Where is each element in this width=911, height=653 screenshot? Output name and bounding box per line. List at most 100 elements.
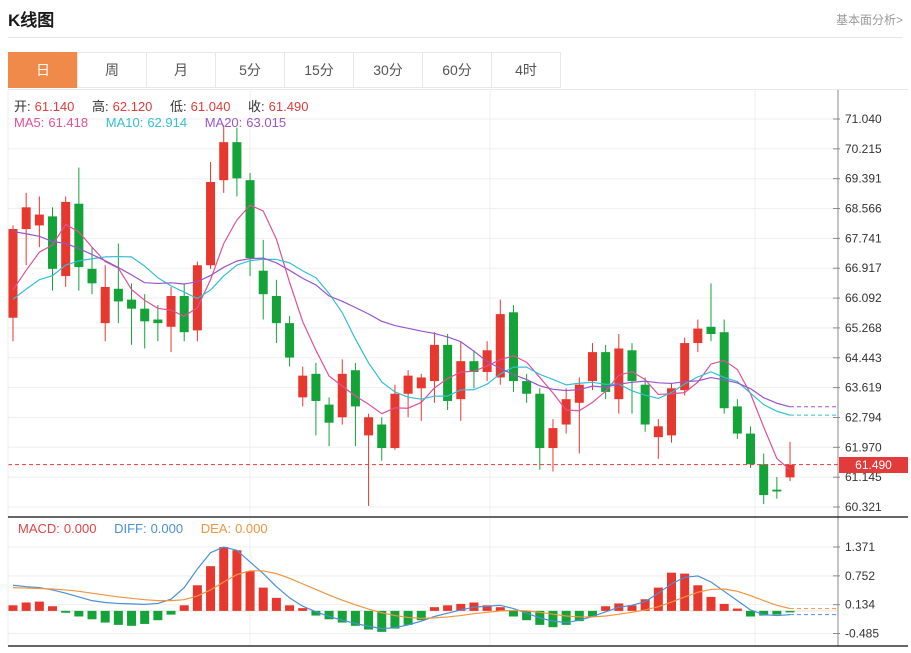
- candle-body: [390, 393, 400, 449]
- tab-日[interactable]: 日: [8, 52, 78, 88]
- ma20-value: 63.015: [246, 115, 287, 130]
- candle[interactable]: [403, 370, 413, 418]
- candle[interactable]: [153, 305, 163, 342]
- candle[interactable]: [324, 397, 334, 447]
- candle-body: [535, 393, 545, 449]
- candle[interactable]: [21, 192, 31, 266]
- candle[interactable]: [206, 162, 216, 269]
- macd-bar: [258, 587, 268, 611]
- macd-bar: [34, 601, 44, 611]
- fundamental-analysis-link[interactable]: 基本面分析>: [836, 11, 903, 28]
- candle[interactable]: [390, 384, 400, 450]
- candle[interactable]: [535, 388, 545, 470]
- candle-body: [443, 344, 453, 401]
- ma5-label: MA5:: [14, 115, 45, 130]
- high-label: 高:: [92, 99, 109, 114]
- candle[interactable]: [271, 279, 281, 344]
- candle-body: [574, 384, 584, 403]
- candle[interactable]: [746, 426, 756, 468]
- candle[interactable]: [416, 373, 426, 421]
- ma20-label: MA20:: [204, 115, 243, 130]
- dea-value: 0.000: [235, 521, 268, 536]
- macd-bar: [127, 610, 137, 626]
- macd-bar: [706, 596, 716, 611]
- candle-body: [127, 299, 137, 309]
- candle-body: [8, 229, 18, 318]
- macd-bar: [219, 547, 229, 611]
- candle[interactable]: [772, 476, 782, 499]
- diff-label: DIFF:: [114, 521, 147, 536]
- y-axis-label: 65.268: [845, 321, 882, 335]
- low-label: 低:: [170, 99, 187, 114]
- y-axis-label: 64.443: [845, 351, 882, 365]
- candle[interactable]: [456, 341, 466, 421]
- candle[interactable]: [34, 196, 44, 248]
- candle-body: [192, 265, 202, 331]
- candle-body: [416, 377, 426, 389]
- candle-body: [311, 373, 321, 401]
- tab-60分[interactable]: 60分: [422, 52, 492, 88]
- macd-axis-label: 0.752: [845, 569, 875, 583]
- tab-月[interactable]: 月: [146, 52, 216, 88]
- candle[interactable]: [443, 334, 453, 411]
- candle[interactable]: [74, 167, 84, 291]
- candle[interactable]: [350, 362, 360, 447]
- candle-body: [285, 323, 295, 358]
- candle[interactable]: [166, 286, 176, 353]
- candle[interactable]: [469, 350, 479, 389]
- candle[interactable]: [719, 319, 729, 414]
- candle-body: [429, 344, 439, 382]
- macd-bar: [772, 610, 782, 615]
- candle[interactable]: [706, 283, 716, 342]
- y-axis-label: 61.970: [845, 440, 882, 454]
- candle[interactable]: [364, 413, 374, 506]
- candle[interactable]: [113, 243, 123, 324]
- ma10-value: 62.914: [147, 115, 188, 130]
- candle[interactable]: [732, 399, 742, 439]
- ma20-line: [12, 230, 791, 408]
- macd-bar: [719, 603, 729, 611]
- candle[interactable]: [311, 362, 321, 436]
- candle[interactable]: [219, 125, 229, 193]
- candle[interactable]: [100, 265, 110, 342]
- tab-30分[interactable]: 30分: [353, 52, 423, 88]
- candle[interactable]: [48, 207, 58, 291]
- candle[interactable]: [285, 315, 295, 367]
- candle-body: [561, 399, 571, 425]
- macd-bar: [100, 610, 110, 623]
- candle[interactable]: [693, 319, 703, 353]
- candle[interactable]: [759, 453, 769, 505]
- kline-widget: K线图 基本面分析> 日周月 5分 15分 30分 60分 4时 71.040 70.215…: [0, 0, 911, 653]
- candle[interactable]: [548, 419, 558, 472]
- y-axis-label: 71.040: [845, 112, 882, 126]
- tab-4时[interactable]: 4时: [491, 52, 561, 88]
- candle-body: [456, 361, 466, 400]
- y-axis-label: 66.092: [845, 291, 882, 305]
- candle-body: [772, 489, 782, 492]
- candle[interactable]: [337, 359, 347, 425]
- candle[interactable]: [680, 337, 690, 396]
- macd-bar: [271, 597, 281, 611]
- y-axis-label: 63.619: [845, 381, 882, 395]
- tab-15分[interactable]: 15分: [284, 52, 354, 88]
- y-axis-label: 62.794: [845, 410, 882, 424]
- candle[interactable]: [627, 343, 637, 414]
- candle[interactable]: [8, 225, 18, 342]
- candle-body: [206, 181, 216, 266]
- candle-body: [627, 350, 637, 382]
- candle-body: [21, 207, 31, 230]
- candle[interactable]: [653, 419, 663, 459]
- candle[interactable]: [298, 366, 308, 407]
- tab-5分[interactable]: 5分: [215, 52, 285, 88]
- tab-周[interactable]: 周: [77, 52, 147, 88]
- candle[interactable]: [561, 388, 571, 434]
- candle-body: [298, 375, 308, 398]
- candle[interactable]: [640, 377, 650, 432]
- candle[interactable]: [258, 239, 268, 320]
- candle[interactable]: [61, 196, 71, 287]
- macd-bar: [298, 608, 308, 611]
- candle[interactable]: [508, 305, 518, 392]
- candle[interactable]: [232, 127, 242, 197]
- candle[interactable]: [377, 417, 387, 461]
- high-value: 62.120: [112, 99, 153, 114]
